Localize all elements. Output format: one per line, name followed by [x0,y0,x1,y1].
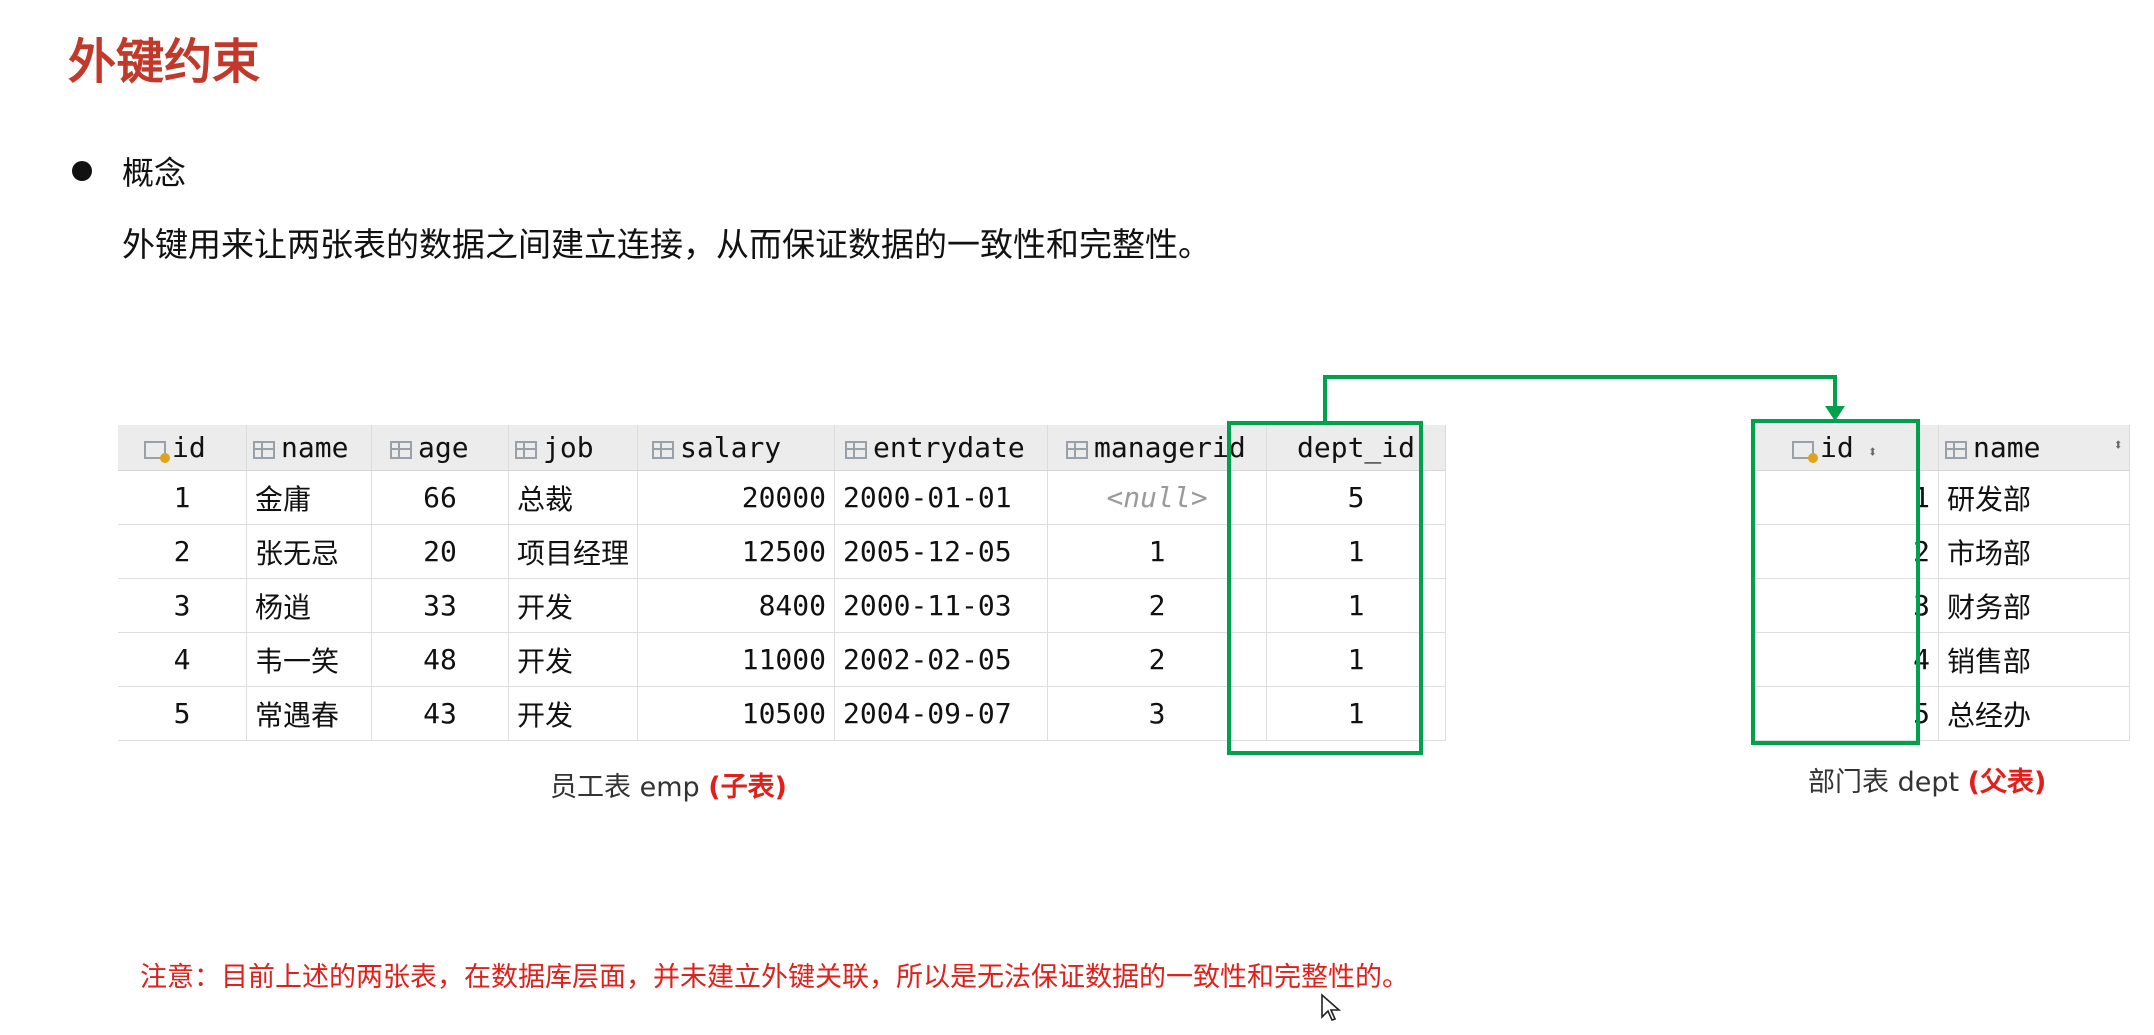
dept-id-highlight-box [1227,421,1423,755]
foreign-key-link-diagram [1227,375,1920,755]
arrow-head-icon [1825,406,1845,421]
parent-id-highlight-box [1751,419,1920,745]
mouse-cursor-icon [1321,993,1342,1021]
warning-note: 注意：目前上述的两张表，在数据库层面，并未建立外键关联，所以是无法保证数据的一致… [140,962,1409,993]
fk-connector-line [1323,375,1837,423]
